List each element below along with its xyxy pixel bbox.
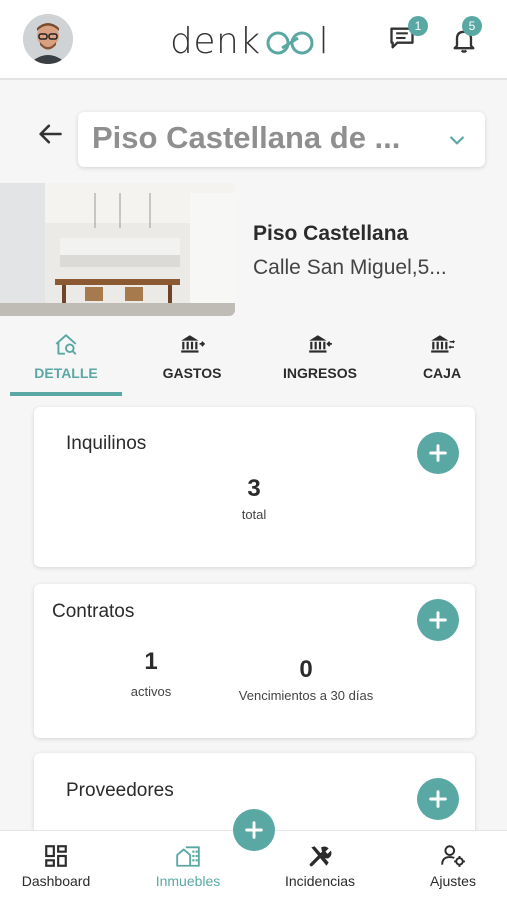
nav-inmuebles[interactable]: Inmuebles — [148, 843, 228, 889]
tab-gastos[interactable]: GASTOS — [152, 328, 232, 394]
property-name: Piso Castellana — [253, 222, 409, 245]
denkool-logo: denk l — [170, 16, 345, 66]
nav-dashboard-label: Dashboard — [21, 873, 91, 889]
user-avatar[interactable] — [23, 14, 73, 64]
building-icon — [176, 846, 200, 867]
arrow-left-icon — [39, 124, 62, 144]
bank-transfer-icon — [431, 335, 455, 353]
property-photo — [0, 183, 235, 316]
property-address: Calle San Miguel,5... — [253, 256, 447, 279]
bank-out-icon — [181, 335, 205, 353]
active-contracts-value: 1 — [144, 648, 158, 675]
tab-ingresos[interactable]: INGRESOS — [276, 328, 364, 394]
add-provider-button[interactable] — [417, 778, 459, 820]
tenants-card-title: Inquilinos — [66, 433, 147, 454]
notifications-badge: 5 — [462, 16, 482, 36]
add-tenant-button[interactable] — [417, 432, 459, 474]
messages-button[interactable]: 1 — [388, 16, 428, 58]
providers-card-title: Proveedores — [66, 780, 174, 801]
tenants-stat[interactable]: 3 total — [204, 475, 304, 522]
tab-caja-label: CAJA — [422, 365, 462, 381]
nav-inmuebles-label: Inmuebles — [155, 873, 221, 889]
active-contracts-label: activos — [130, 684, 172, 699]
logo-suffix: l — [318, 20, 330, 62]
contracts-card: Contratos 1 activos 0 Vencimientos a 30 … — [34, 584, 475, 738]
tenants-total-value: 3 — [247, 475, 261, 502]
tab-caja[interactable]: CAJA — [410, 328, 474, 394]
notifications-button[interactable]: 5 — [450, 16, 484, 60]
plus-icon — [429, 444, 447, 462]
house-search-icon — [55, 334, 77, 355]
tab-ingresos-label: INGRESOS — [283, 365, 357, 381]
expiring-contracts-label: Vencimientos a 30 días — [238, 688, 374, 703]
nav-incidencias[interactable]: Incidencias — [280, 843, 360, 889]
tab-gastos-label: GASTOS — [162, 365, 222, 381]
logo-prefix: denk — [170, 20, 261, 62]
tenants-card: Inquilinos 3 total — [34, 407, 475, 567]
tab-detalle-label: DETALLE — [34, 365, 98, 381]
property-selector-value: Piso Castellana de ... — [92, 120, 401, 155]
nav-ajustes[interactable]: Ajustes — [422, 843, 484, 889]
nav-ajustes-label: Ajustes — [430, 873, 476, 889]
add-contract-button[interactable] — [417, 599, 459, 641]
avatar-image — [23, 14, 73, 64]
tab-detalle[interactable]: DETALLE — [28, 328, 104, 394]
property-tabs: DETALLE GASTOS INGRESOS CAJA — [0, 328, 507, 398]
dashboard-icon — [45, 845, 67, 867]
plus-icon — [429, 611, 447, 629]
user-settings-icon — [441, 845, 465, 867]
nav-incidencias-label: Incidencias — [284, 873, 356, 889]
back-button[interactable] — [36, 120, 64, 148]
contracts-card-title: Contratos — [52, 601, 135, 622]
tenants-total-label: total — [241, 507, 267, 522]
plus-icon — [245, 821, 263, 839]
active-contracts-stat[interactable]: 1 activos — [111, 648, 191, 699]
bank-in-icon — [309, 335, 332, 353]
nav-dashboard[interactable]: Dashboard — [18, 843, 94, 889]
messages-badge: 1 — [408, 16, 428, 36]
top-header: denk l 1 5 — [0, 0, 507, 80]
expiring-contracts-stat[interactable]: 0 Vencimientos a 30 días — [226, 656, 386, 703]
add-floating-button[interactable] — [233, 809, 275, 851]
property-selector[interactable]: Piso Castellana de ... — [78, 112, 485, 167]
chevron-down-icon — [450, 136, 464, 145]
kitchen-photo-image — [0, 183, 235, 316]
active-tab-indicator — [10, 392, 122, 396]
plus-icon — [429, 790, 447, 808]
expiring-contracts-value: 0 — [299, 656, 313, 683]
tools-icon — [309, 846, 332, 867]
logo-link-mark — [266, 31, 314, 55]
